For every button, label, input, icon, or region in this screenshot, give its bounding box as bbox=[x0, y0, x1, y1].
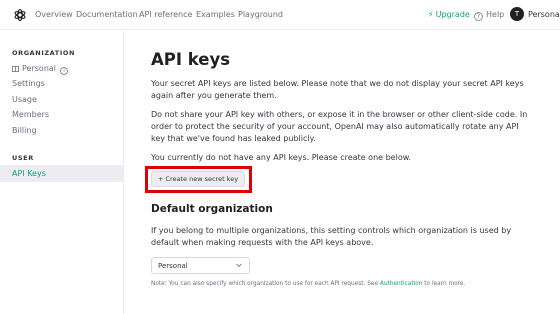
nav-examples[interactable]: Examples bbox=[196, 10, 235, 19]
sidebar-item-billing[interactable]: Billing bbox=[12, 126, 37, 135]
note-suffix: to learn more. bbox=[422, 281, 466, 287]
no-keys-message: You currently do not have any API keys. … bbox=[151, 153, 412, 162]
sidebar-item-members[interactable]: Members bbox=[12, 110, 49, 119]
security-paragraph: Do not share your API key with others, o… bbox=[151, 110, 528, 143]
help-label: Help bbox=[486, 10, 505, 19]
nav-overview[interactable]: Overview bbox=[35, 10, 73, 19]
authentication-link[interactable]: Authentication bbox=[380, 281, 423, 287]
highlight-box bbox=[145, 166, 252, 193]
top-nav: Overview Documentation API reference Exa… bbox=[0, 0, 560, 30]
sidebar-heading-user: USER bbox=[12, 154, 34, 162]
default-org-description: If you belong to multiple organizations,… bbox=[151, 226, 512, 247]
chevron-down-icon bbox=[236, 263, 242, 268]
nav-playground[interactable]: Playground bbox=[238, 10, 283, 19]
sidebar-item-org-personal[interactable]: Personal i bbox=[12, 64, 69, 75]
help-icon: ? bbox=[474, 12, 483, 21]
nav-documentation[interactable]: Documentation bbox=[76, 10, 138, 19]
sidebar-org-name: Personal bbox=[22, 64, 57, 73]
default-org-heading: Default organization bbox=[151, 203, 273, 215]
sidebar-item-usage[interactable]: Usage bbox=[12, 95, 37, 104]
organization-select[interactable]: Personal bbox=[151, 257, 250, 274]
building-icon bbox=[12, 65, 19, 72]
avatar[interactable]: T bbox=[510, 7, 524, 21]
user-menu[interactable]: Personal bbox=[528, 10, 560, 19]
bolt-icon: ⚡ bbox=[428, 10, 434, 19]
sidebar-item-api-keys-label: API Keys bbox=[12, 169, 46, 178]
sidebar-heading-organization: ORGANIZATION bbox=[12, 49, 76, 57]
sidebar-item-api-keys[interactable]: API Keys bbox=[0, 165, 123, 182]
organization-select-value: Personal bbox=[158, 262, 188, 270]
organization-note: Note: You can also specify which organiz… bbox=[151, 281, 465, 287]
openai-logo-icon[interactable] bbox=[12, 7, 28, 23]
intro-paragraph: Your secret API keys are listed below. P… bbox=[151, 79, 524, 100]
help-link[interactable]: ? Help bbox=[474, 10, 504, 21]
sidebar: ORGANIZATION Personal i Settings Usage Me… bbox=[0, 31, 124, 314]
upgrade-link[interactable]: ⚡ Upgrade bbox=[428, 10, 470, 19]
sidebar-item-settings[interactable]: Settings bbox=[12, 79, 45, 88]
page-title: API keys bbox=[151, 50, 231, 69]
info-icon: i bbox=[60, 67, 69, 75]
upgrade-label: Upgrade bbox=[435, 10, 470, 19]
note-prefix: Note: You can also specify which organiz… bbox=[151, 281, 380, 287]
nav-api-reference[interactable]: API reference bbox=[139, 10, 192, 19]
